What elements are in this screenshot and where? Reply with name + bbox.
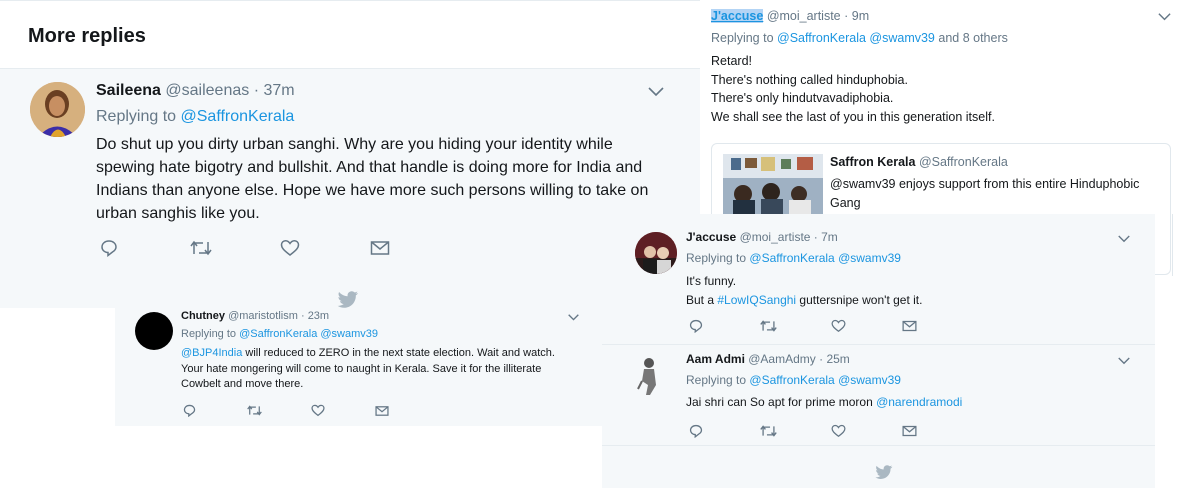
tweet-text-line: spewing hate bigotry and bullshit. And t… — [96, 159, 643, 176]
tweet-saileena[interactable]: Saileena @saileenas · 37m Replying to @S… — [0, 68, 700, 308]
like-icon[interactable] — [831, 319, 902, 333]
replying-label: Replying to — [181, 328, 237, 340]
tweet-time[interactable]: · 9m — [844, 9, 869, 23]
mention-link[interactable]: @narendramodi — [876, 395, 962, 409]
tweet-text-segment: guttersnipe won't get it. — [796, 293, 923, 307]
author-name[interactable]: J'accuse — [686, 230, 736, 244]
chevron-down-icon[interactable] — [648, 87, 664, 97]
author-handle[interactable]: @maristotlism — [228, 310, 298, 322]
tweet-text-line: There's only hindutvavadiphobia. — [711, 91, 894, 105]
tweet-text: It's funny. But a #LowIQSanghi guttersni… — [686, 272, 922, 310]
replying-label: Replying to — [96, 108, 177, 125]
author-handle[interactable]: @AamAdmy — [748, 352, 816, 366]
tweet-text-line: Retard! — [711, 54, 752, 68]
tweet-aam-admi[interactable]: Aam Admi @AamAdmy · 25m Replying to @Saf… — [602, 344, 1155, 488]
replying-mention[interactable]: @SaffronKerala @swamv39 — [749, 251, 901, 265]
tweet-time[interactable]: · 23m — [301, 310, 329, 322]
author-name[interactable]: Aam Admi — [686, 352, 745, 366]
chevron-down-icon[interactable] — [1118, 357, 1130, 365]
quoted-tweet-image[interactable] — [723, 154, 823, 216]
quoted-text-line: Gang — [830, 195, 861, 210]
tweet-text-line: Your hate mongering will come to naught … — [181, 362, 542, 375]
retweet-icon[interactable] — [247, 404, 311, 417]
retweet-icon[interactable] — [760, 424, 831, 438]
message-icon[interactable] — [902, 425, 973, 437]
author-handle[interactable]: @moi_artiste — [740, 230, 811, 244]
tweet-text-line: Do shut up you dirty urban sanghi. Why a… — [96, 136, 613, 153]
author-handle[interactable]: @moi_artiste — [767, 9, 841, 23]
message-icon[interactable] — [375, 405, 439, 417]
quoted-author-handle[interactable]: @SaffronKerala — [919, 155, 1008, 169]
retweet-icon[interactable] — [190, 239, 280, 257]
reply-icon[interactable] — [100, 239, 190, 257]
like-icon[interactable] — [831, 424, 902, 438]
author-name[interactable]: Saileena — [96, 82, 161, 99]
replying-others[interactable]: and 8 others — [938, 31, 1008, 45]
tweet-text-line: We shall see the last of you in this gen… — [711, 109, 995, 124]
tweet-time[interactable]: · 37m — [254, 82, 295, 99]
tweet-text-segment: will reduced to ZERO in the next state e… — [242, 347, 555, 359]
replying-label: Replying to — [711, 31, 774, 45]
author-name[interactable]: Chutney — [181, 310, 225, 322]
tweet-text-line: Cowbelt and move there. — [181, 378, 304, 390]
tweet-actions — [689, 319, 973, 333]
mention-link[interactable]: @BJP4India — [181, 347, 242, 359]
tweet-text: @BJP4India will reduced to ZERO in the n… — [181, 346, 555, 393]
like-icon[interactable] — [311, 404, 375, 417]
avatar[interactable] — [30, 82, 85, 137]
tweet-text-line: It's funny. — [686, 274, 737, 288]
retweet-icon[interactable] — [760, 319, 831, 333]
tweet-text-segment: Jai shri can So apt for prime moron — [686, 395, 877, 409]
replying-mention[interactable]: @SaffronKerala @swamv39 — [749, 373, 901, 387]
message-icon[interactable] — [370, 240, 460, 256]
reply-icon[interactable] — [689, 424, 760, 438]
tweet-chutney[interactable]: Chutney @maristotlism · 23m Replying to … — [115, 308, 602, 426]
avatar[interactable] — [632, 355, 666, 397]
tweet-actions — [689, 424, 973, 438]
tweet-time[interactable]: · 25m — [819, 352, 850, 366]
chevron-down-icon[interactable] — [568, 314, 579, 321]
replying-mention[interactable]: @SaffronKerala @swamv39 — [239, 328, 378, 340]
panel-edge — [1172, 214, 1173, 276]
author-name[interactable]: J'accuse — [711, 9, 764, 23]
replying-mention[interactable]: @SaffronKerala — [181, 108, 295, 125]
reply-icon[interactable] — [689, 319, 760, 333]
tweet-text-segment: But a — [686, 293, 718, 307]
chevron-down-icon[interactable] — [1118, 235, 1130, 243]
more-replies-title: More replies — [28, 25, 146, 47]
message-icon[interactable] — [902, 320, 973, 332]
tweet-text-line: urban sanghis like you. — [96, 205, 260, 222]
tweet-actions — [183, 404, 439, 417]
avatar[interactable] — [635, 232, 677, 274]
quoted-text-line: @swamv39 enjoys support from this entire… — [830, 177, 1140, 191]
tweet-jaccuse-reply[interactable]: J'accuse @moi_artiste · 7m Replying to @… — [602, 214, 1155, 344]
replying-mention[interactable]: @SaffronKerala @swamv39 — [777, 31, 935, 45]
tweet-time[interactable]: · 7m — [814, 230, 838, 244]
chevron-down-icon[interactable] — [1158, 13, 1171, 21]
twitter-bird-icon — [875, 465, 893, 479]
author-handle[interactable]: @saileenas — [165, 82, 249, 99]
tweet-text-line: There's nothing called hinduphobia. — [711, 72, 908, 87]
twitter-bird-icon — [337, 291, 358, 308]
tweet-divider — [602, 445, 1155, 446]
avatar[interactable] — [135, 312, 173, 350]
tweet-actions — [100, 239, 460, 257]
tweet-text: Jai shri can So apt for prime moron @nar… — [686, 395, 962, 409]
replying-label: Replying to — [686, 251, 747, 265]
hashtag-link[interactable]: #LowIQSanghi — [717, 293, 796, 307]
reply-icon[interactable] — [183, 404, 247, 417]
tweet-text: Do shut up you dirty urban sanghi. Why a… — [96, 133, 648, 225]
replying-label: Replying to — [686, 373, 747, 387]
tweet-text-line: Indians than anyone else. Hope we have m… — [96, 182, 649, 199]
more-replies-header: More replies — [0, 0, 700, 68]
tweet-text: Retard! There's nothing called hinduphob… — [711, 52, 995, 126]
like-icon[interactable] — [280, 239, 370, 257]
quoted-author-name[interactable]: Saffron Kerala — [830, 155, 915, 169]
